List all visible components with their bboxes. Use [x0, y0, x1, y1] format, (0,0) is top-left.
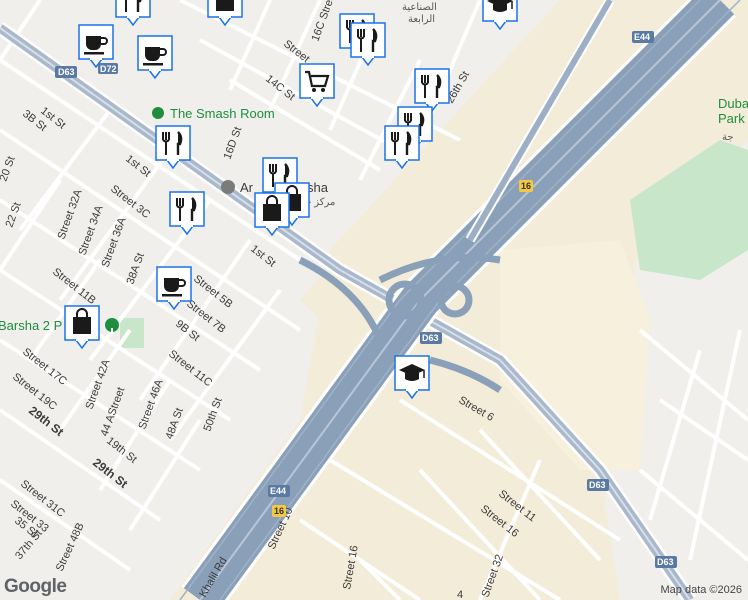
shield-d72: D72	[98, 63, 118, 74]
svg-text:D63: D63	[657, 557, 674, 567]
place-label-al-barsha-tail: sha	[307, 180, 329, 195]
place-label-dubai-park[interactable]: Duba	[718, 96, 748, 111]
svg-text:D63: D63	[58, 67, 75, 77]
place-label-barsha-2-park[interactable]: Barsha 2 P	[0, 318, 62, 333]
shield-16-b: 16	[272, 505, 286, 517]
place-label-dubai-park-2: Park	[718, 111, 745, 126]
smash-room-marker[interactable]	[152, 107, 164, 119]
al-barsha-marker[interactable]	[221, 180, 235, 194]
street-label: 4	[457, 589, 463, 600]
map-canvas[interactable]: 1st St 1st St 1st St 3B St 20 St 22 St S…	[0, 0, 748, 600]
place-label-al-barsha[interactable]: Ar	[240, 180, 254, 195]
map-data-attribution[interactable]: Map data ©2026	[661, 584, 743, 596]
place-label-arabic-side: جة	[722, 132, 734, 143]
svg-text:16: 16	[274, 506, 284, 516]
map-svg: 1st St 1st St 1st St 3B St 20 St 22 St S…	[0, 0, 748, 600]
barsha-park-area	[120, 318, 144, 348]
svg-text:D63: D63	[589, 480, 606, 490]
shield-e44-a: E44	[632, 31, 654, 43]
shield-e44-b: E44	[268, 485, 290, 497]
svg-text:D63: D63	[422, 333, 439, 343]
svg-text:E44: E44	[270, 486, 286, 496]
place-label-smash-room[interactable]: The Smash Room	[170, 106, 275, 121]
google-logo: Google	[4, 576, 67, 597]
shield-16-a: 16	[519, 180, 533, 192]
svg-text:E44: E44	[634, 32, 650, 42]
place-label-arabic-industrial-2: الرابعة	[408, 14, 435, 25]
shield-d63-c: D63	[587, 479, 609, 491]
shield-d63-d: D63	[655, 556, 677, 568]
place-label-arabic-industrial: الصناعية	[402, 2, 437, 13]
shield-d63-b: D63	[420, 332, 442, 344]
shield-d63-a: D63	[55, 66, 77, 78]
svg-text:D72: D72	[100, 64, 117, 74]
svg-text:16: 16	[521, 181, 531, 191]
